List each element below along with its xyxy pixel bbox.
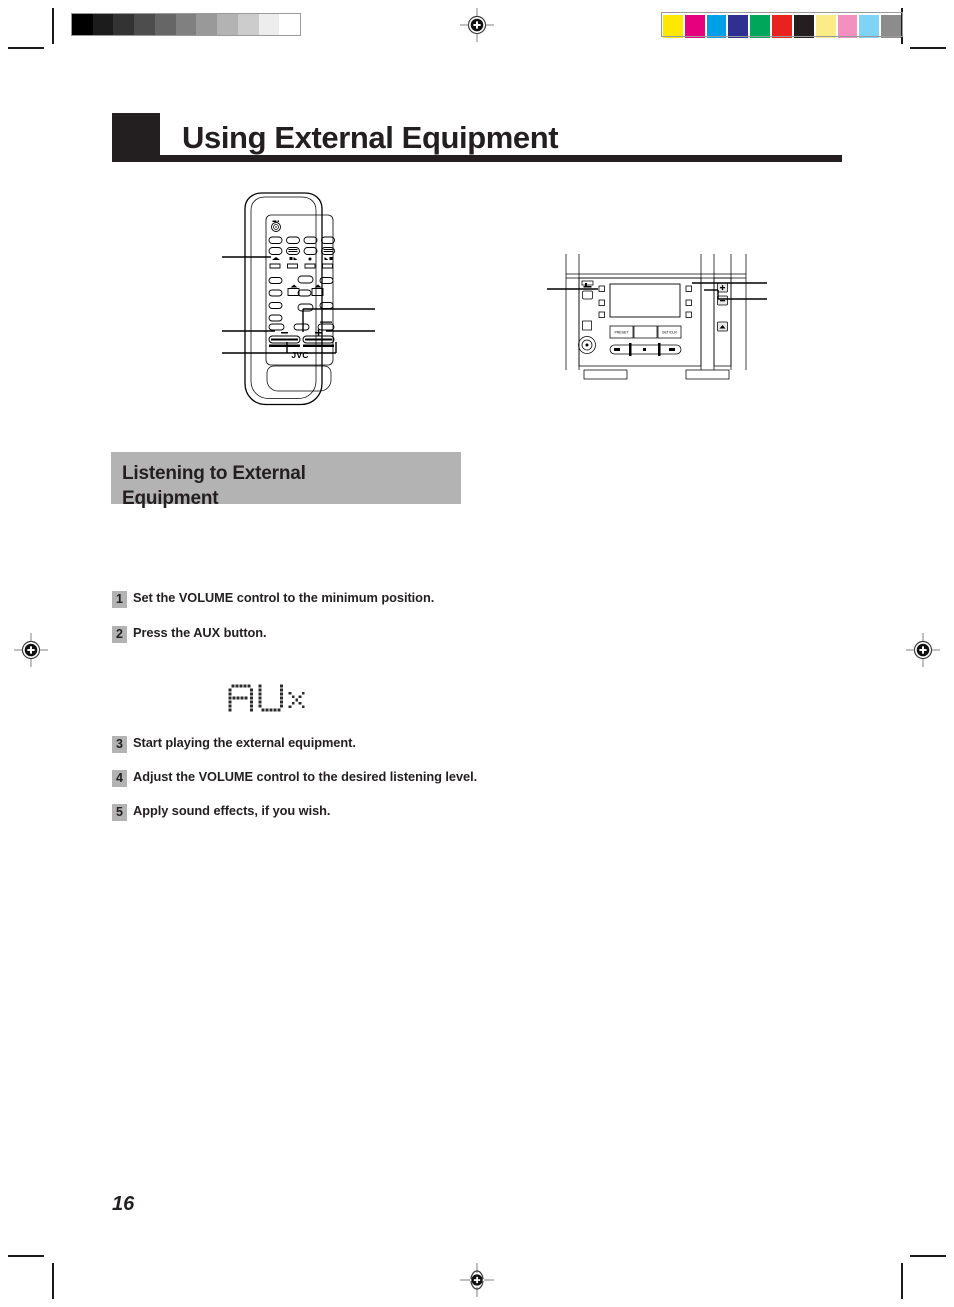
crop-mark-bottom-right-horizontal	[910, 1255, 946, 1257]
registration-mark-top	[460, 8, 494, 42]
step-number: 4	[112, 770, 127, 787]
lcd-aux-readout	[228, 682, 310, 716]
remote-callout-lines	[214, 186, 384, 416]
grayscale-swatch-6	[196, 14, 218, 35]
grayscale-swatch-4	[154, 14, 176, 35]
color-calibration-strip	[661, 12, 903, 38]
crop-mark-bottom-left-horizontal	[8, 1255, 44, 1257]
grayscale-swatch-1	[92, 14, 114, 35]
color-swatch-3	[728, 15, 749, 38]
crop-mark-bottom-right-vertical	[901, 1263, 903, 1299]
page-number: 16	[112, 1193, 135, 1215]
step-number: 1	[112, 591, 127, 608]
color-swatch-8	[837, 15, 858, 38]
color-swatch-1	[684, 15, 705, 38]
step-text: Apply sound effects, if you wish.	[133, 803, 331, 818]
step-item: 1 Set the VOLUME control to the minimum …	[112, 590, 492, 608]
color-swatch-6	[793, 15, 814, 38]
registration-mark-right	[906, 633, 940, 667]
grayscale-swatch-9	[258, 14, 280, 35]
step-text: Press the AUX button.	[133, 625, 267, 640]
step-text: Start playing the external equipment.	[133, 735, 356, 750]
step-item: 3 Start playing the external equipment.	[112, 735, 492, 753]
grayscale-swatch-0	[72, 14, 93, 35]
step-item: 2 Press the AUX button.	[112, 625, 492, 643]
procedure-steps-bottom: 3 Start playing the external equipment. …	[112, 735, 492, 837]
step-number: 5	[112, 804, 127, 821]
grayscale-swatch-5	[175, 14, 197, 35]
section-heading-line-1: Listening to External	[122, 463, 306, 484]
procedure-steps-top: 1 Set the VOLUME control to the minimum …	[112, 590, 492, 659]
grayscale-swatch-10	[279, 14, 301, 35]
grayscale-swatch-2	[113, 14, 135, 35]
page-title: Using External Equipment	[182, 120, 559, 155]
stereo-callout-lines	[536, 252, 776, 387]
title-underline-rule	[112, 155, 842, 162]
color-swatch-7	[815, 15, 836, 38]
section-heading-line-2: Equipment	[122, 488, 219, 509]
step-item: 5 Apply sound effects, if you wish.	[112, 803, 492, 821]
color-swatch-4	[750, 15, 771, 38]
registration-mark-left	[14, 633, 48, 667]
registration-mark-bottom	[460, 1263, 494, 1297]
manual-page: Using External Equipment JVC PRESET SET/…	[0, 0, 954, 1307]
color-swatch-9	[859, 15, 880, 38]
crop-mark-top-right-horizontal	[910, 47, 946, 49]
crop-mark-top-left-vertical	[52, 8, 54, 44]
title-accent-block	[112, 113, 160, 157]
grayscale-swatch-3	[134, 14, 155, 35]
step-number: 3	[112, 736, 127, 753]
step-text: Adjust the VOLUME control to the desired…	[133, 769, 478, 784]
grayscale-calibration-strip	[71, 13, 301, 36]
section-heading: Listening to External Equipment	[111, 452, 461, 509]
color-swatch-5	[772, 15, 792, 38]
color-swatch-2	[706, 15, 727, 38]
grayscale-swatch-7	[217, 14, 238, 35]
step-text: Set the VOLUME control to the minimum po…	[133, 590, 435, 605]
step-number: 2	[112, 626, 127, 643]
crop-mark-bottom-left-vertical	[52, 1263, 54, 1299]
grayscale-swatch-8	[237, 14, 259, 35]
step-item: 4 Adjust the VOLUME control to the desir…	[112, 769, 492, 787]
crop-mark-top-left-horizontal	[8, 47, 44, 49]
color-swatch-10	[881, 15, 901, 38]
color-swatch-0	[663, 15, 683, 38]
